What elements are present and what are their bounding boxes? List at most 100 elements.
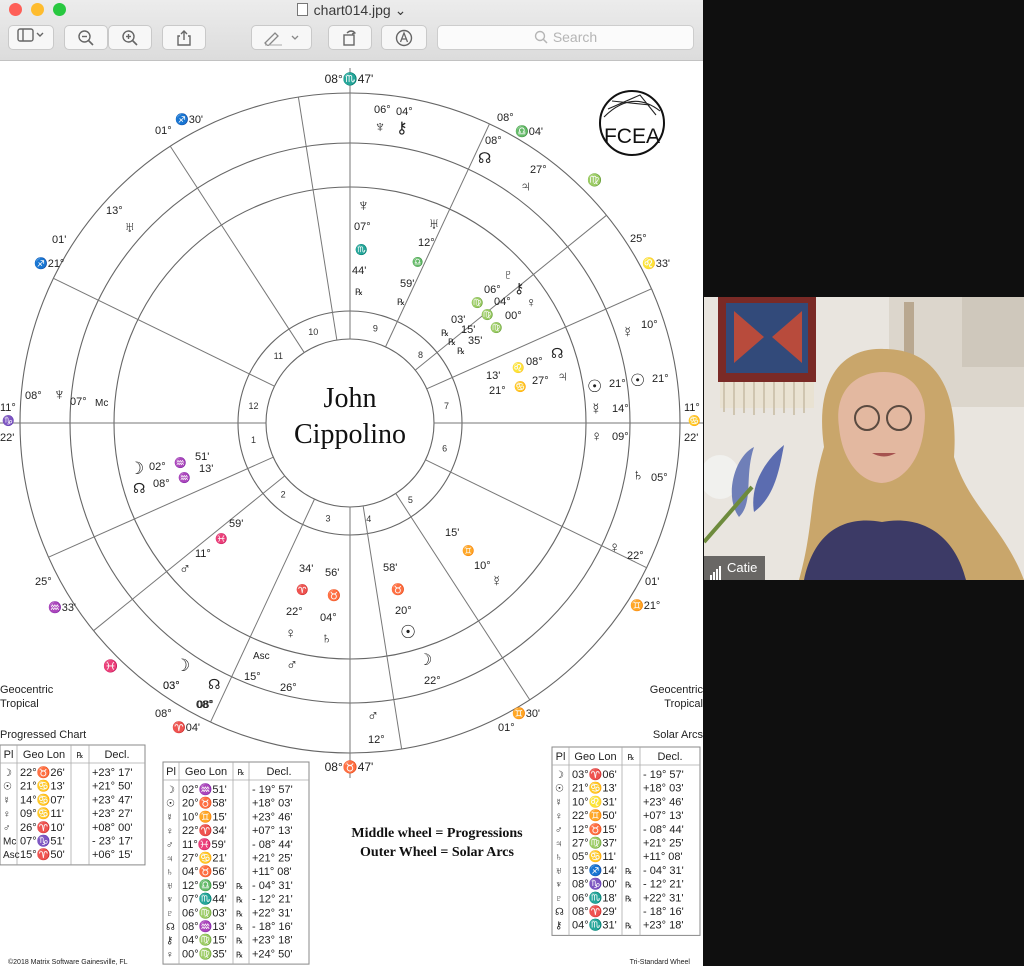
chevron-down-icon: ⌄: [394, 2, 407, 18]
table-cell: +23° 46': [252, 811, 292, 823]
wheel-type-footer: Tri-Standard Wheel: [630, 959, 691, 966]
table-cell: 00°♍35': [182, 947, 227, 960]
share-button[interactable]: [162, 25, 206, 50]
table-cell: +07° 13': [252, 825, 292, 837]
outer-cusp-label: 01°: [155, 125, 172, 137]
asc-axis-sign-left: ♑: [2, 414, 14, 427]
table-cell: ♄: [555, 852, 563, 863]
chart-document[interactable]: 10 9 8 7 6 5 4 3 2 1 12 11 John Cippolino 08°♏47' 0…: [0, 61, 703, 966]
table-cell: 08°♑00': [572, 878, 617, 891]
sun-natal2-deg: 20°: [395, 605, 412, 617]
client-name-last: Cippolino: [294, 419, 406, 450]
table-cell: 20°♉58': [182, 797, 227, 810]
outer-planet-deg: 21°: [652, 373, 669, 385]
right-tropical-label: Tropical: [664, 698, 703, 710]
outer-cusp-label: 01': [52, 234, 66, 246]
venus-prog-deg: 09°: [612, 431, 629, 443]
outer-cusp-label: 08°: [497, 112, 514, 124]
table-cell: ♆: [555, 880, 563, 891]
window-title[interactable]: chart014.jpg ⌄: [0, 2, 703, 19]
outer-cusp-label: 01°: [498, 722, 515, 734]
house-cusp-line: [93, 475, 286, 632]
zoom-in-icon: [122, 30, 138, 46]
jupiter-glyph: ♃: [557, 368, 568, 385]
sidebar-toggle-button[interactable]: [8, 25, 54, 50]
sidebar-icon: [17, 28, 44, 42]
outer-planet-glyph: ☉: [630, 371, 645, 390]
outer-planet-deg: 12°: [368, 734, 385, 746]
zoom-in-button[interactable]: [108, 25, 152, 50]
markup-button[interactable]: [251, 25, 312, 50]
table-cell: ℞: [625, 894, 632, 903]
table-cell: ℞: [625, 867, 632, 876]
mars-prog-glyph: ♂: [286, 657, 298, 674]
table-cell: - 18° 16': [252, 921, 293, 933]
uranus-deg: 12°: [418, 237, 435, 249]
client-name-first: John: [324, 383, 377, 414]
jupiter-deg: 27°: [532, 375, 549, 387]
left-tropical-label: Tropical: [0, 698, 39, 710]
mercury-natal-glyph: ☿: [491, 573, 502, 590]
table-cell: 07°♑51': [20, 835, 65, 848]
outer-cusp-label: ♅: [124, 219, 135, 236]
outer-cusp-label: ♒33': [48, 601, 76, 614]
node-glyph: ☊: [551, 345, 563, 361]
table-cell: ♆: [166, 895, 174, 906]
retro-mark: ℞: [457, 346, 465, 356]
uranus-retro: ℞: [397, 297, 405, 307]
venus-inner-min: 35': [468, 335, 482, 347]
progressed-table: Pl Geo Lon ℞ Decl. ☽ 22°♉26' +23° 17' ☉ 21°♋13' +…: [0, 744, 146, 866]
table-cell: ♃: [555, 839, 563, 850]
venus-natal-min: 34': [299, 563, 313, 575]
outer-cusp-label: ♎04': [515, 125, 543, 138]
outer-cusp-label: 13°: [106, 205, 123, 217]
saturn-natal-glyph: ♄: [321, 630, 332, 647]
table-cell: - 12° 21': [643, 879, 684, 891]
outer-planet-deg: 05°: [651, 472, 668, 484]
outer-planet-glyph: ♃: [520, 178, 531, 195]
annotate-button[interactable]: [381, 25, 427, 50]
document-icon: [296, 3, 308, 16]
table-cell: ♀: [3, 809, 11, 820]
table-cell: 26°♈10': [20, 821, 65, 834]
share-icon: [177, 30, 191, 46]
search-input[interactable]: Search: [437, 25, 694, 50]
zoom-out-icon: [78, 30, 94, 46]
table-cell: - 19° 57': [643, 769, 684, 781]
table-cell: ☿: [166, 812, 174, 823]
table-cell: 04°♍15': [182, 934, 227, 947]
table-cell: ℞: [236, 882, 243, 891]
neptune-prog-deg: 08°: [25, 390, 42, 402]
outer-planet-deg: 10°: [641, 319, 658, 331]
participant-video-frame: [704, 297, 1024, 580]
dsc-axis-deg-right: 11°: [684, 402, 700, 414]
house-number: 7: [444, 401, 449, 411]
table-cell: 02°♒51': [182, 783, 227, 796]
pen-icon: [263, 32, 298, 47]
table-cell: +21° 25': [643, 838, 683, 850]
house-number: 9: [373, 323, 378, 333]
table-cell: +23° 47': [92, 794, 132, 806]
outer-planet-glyph: ☽: [418, 652, 432, 669]
uranus-sign: ♎: [412, 256, 423, 267]
table-cell: ♅: [166, 881, 174, 892]
title-bar: chart014.jpg ⌄ Search: [0, 0, 703, 61]
asc-axis-deg-left: 11°: [0, 402, 16, 414]
table-header: Pl: [556, 751, 566, 763]
aries-glyph: ♈: [296, 583, 308, 596]
moon-prog-glyph: ☽: [175, 656, 190, 675]
zoom-out-button[interactable]: [64, 25, 108, 50]
venus-inner-deg: 00°: [505, 310, 522, 322]
table-cell: ♇: [166, 908, 174, 919]
node-natal-deg: 08°: [153, 478, 170, 490]
table-cell: ☉: [555, 784, 564, 795]
table-cell: - 19° 57': [252, 784, 293, 796]
virgo-glyph: ♍: [490, 321, 502, 334]
table-cell: 22°♉26': [20, 766, 65, 779]
outer-cusp-label: 08°: [155, 708, 172, 720]
retro-mark: ℞: [448, 337, 456, 347]
table-cell: 27°♍37': [572, 837, 617, 850]
participant-video[interactable]: [704, 297, 1024, 580]
rotate-button[interactable]: [328, 25, 372, 50]
outer-planet-glyph: ☿: [622, 324, 633, 341]
